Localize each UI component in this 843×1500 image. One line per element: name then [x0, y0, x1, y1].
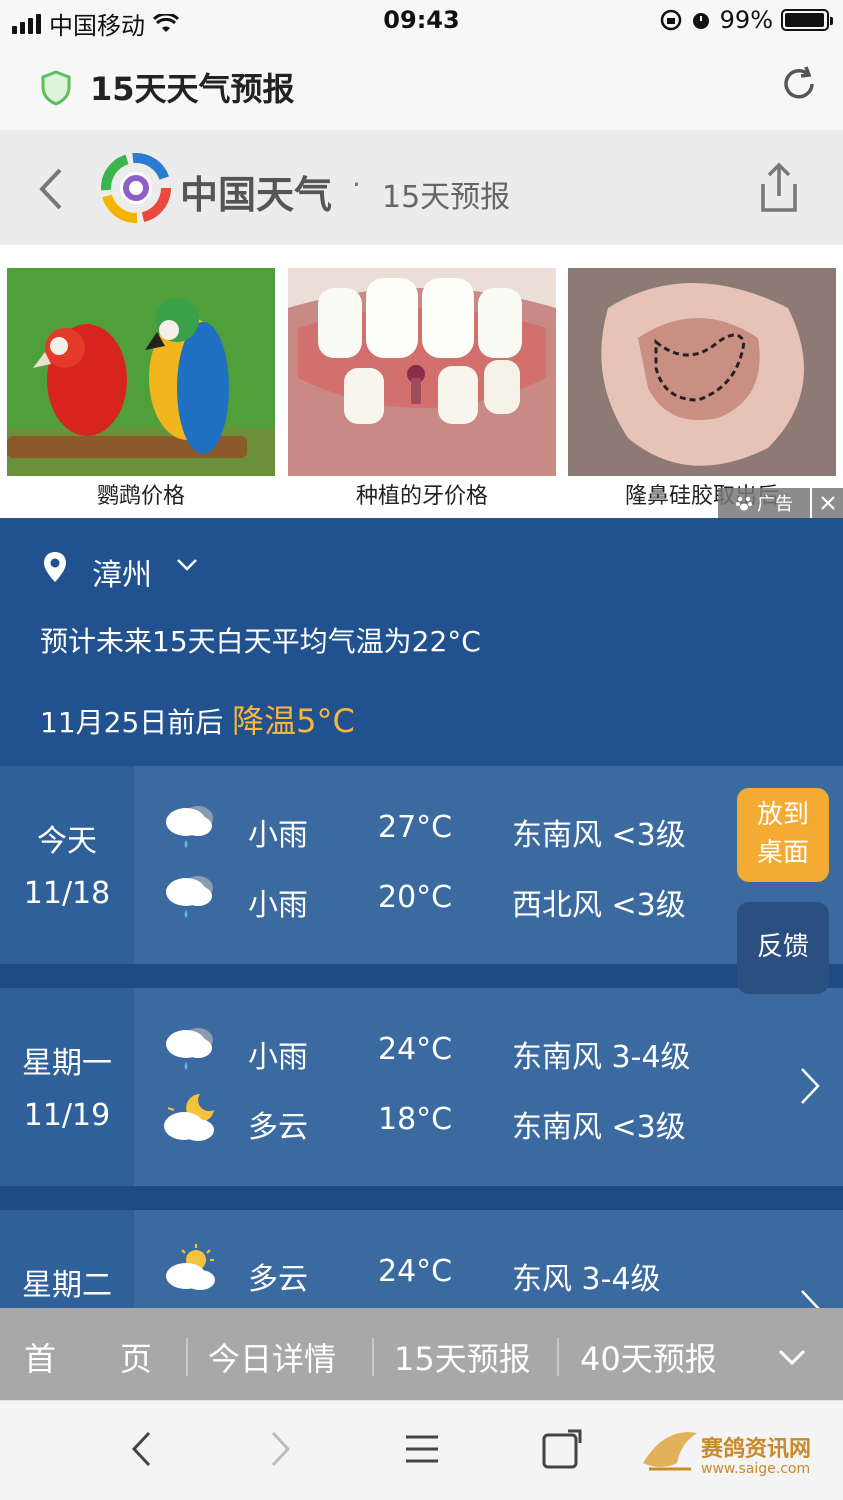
- status-bar: 中国移动 09:43 99%: [0, 0, 843, 42]
- ad-caption: 种植的牙价格: [355, 484, 488, 509]
- ad-banner: 鹦鹉价格 种植的牙价格 隆鼻硅胶取出后 广告: [0, 245, 843, 518]
- browser-toolbar: 赛鸽资讯网 www.saige.com: [0, 1400, 843, 1500]
- weather-condition: 小雨: [248, 818, 308, 853]
- nav-divider: [186, 1338, 188, 1376]
- city-selector[interactable]: 漳州: [92, 550, 152, 594]
- pigeon-logo-icon: [643, 1432, 697, 1471]
- ad-tag-text: 广告: [757, 494, 793, 515]
- day-name: 星期一: [22, 1046, 112, 1081]
- cooling-amount: 降温5°C: [232, 702, 355, 740]
- browser-forward-icon[interactable]: [268, 1429, 294, 1469]
- site-section: 15天预报: [382, 180, 511, 215]
- day-date-column: 今天 11/18: [0, 766, 134, 964]
- chevron-right-icon[interactable]: [799, 1288, 821, 1308]
- tabs-icon[interactable]: [540, 1429, 582, 1471]
- alarm-icon: [692, 13, 709, 29]
- day-date-column: 星期二: [0, 1210, 134, 1308]
- watermark-url: www.saige.com: [701, 1461, 811, 1477]
- cloudy-night-icon: [164, 1094, 214, 1141]
- reload-icon[interactable]: [779, 64, 819, 104]
- forecast-summary: 漳州 预计未来15天白天平均气温为22°C 11月25日前后 降温5°C: [0, 518, 843, 766]
- temperature: 27°C: [378, 810, 453, 845]
- temperature: 24°C: [378, 1254, 453, 1289]
- wind: 东风 3-4级: [512, 1262, 661, 1297]
- site-brand: 中国天气: [180, 173, 333, 217]
- light-rain-icon: [166, 806, 213, 848]
- forecast-day[interactable]: 今天 11/18 小雨 27°C 东南风 <3级 小雨 20°C 西北风 <3级: [0, 766, 843, 964]
- weather-condition: 小雨: [248, 888, 308, 923]
- forecast-list: 今天 11/18 小雨 27°C 东南风 <3级 小雨 20°C 西北风 <3级…: [0, 766, 843, 1308]
- weather-logo-icon: [101, 153, 171, 223]
- ear-image: [568, 268, 836, 476]
- share-icon[interactable]: [751, 160, 807, 216]
- close-icon: [820, 496, 835, 510]
- ad-label: 广告: [718, 488, 810, 518]
- cooling-date: 11月25日前后: [40, 706, 224, 739]
- day-name: 今天: [37, 824, 97, 859]
- chevron-down-icon[interactable]: [176, 558, 198, 572]
- wind: 东南风 3-4级: [512, 1040, 691, 1075]
- day-date: 11/19: [23, 1098, 111, 1133]
- forecast-day[interactable]: 星期一 11/19 小雨 24°C 东南风 3-4级 多云 18°C 东南风 <…: [0, 988, 843, 1186]
- wind: 西北风 <3级: [512, 888, 686, 923]
- day-name: 星期二: [22, 1268, 112, 1303]
- watermark-name: 赛鸽资讯网: [701, 1437, 812, 1462]
- light-rain-icon: [166, 876, 213, 918]
- ad-item-nose[interactable]: 隆鼻硅胶取出后: [568, 268, 836, 510]
- title-separator: ·: [352, 168, 361, 201]
- bottom-nav: 首 页 今日详情 15天预报 40天预报: [0, 1308, 843, 1400]
- paw-icon: [736, 496, 752, 511]
- temperature: 24°C: [378, 1032, 453, 1067]
- secure-shield-icon: [41, 70, 71, 106]
- temperature: 18°C: [378, 1102, 453, 1137]
- url-bar: 15天天气预报: [0, 42, 843, 130]
- browser-back-icon[interactable]: [128, 1429, 154, 1469]
- chevron-right-icon[interactable]: [799, 1066, 821, 1106]
- page-title[interactable]: 15天天气预报: [90, 64, 295, 110]
- battery-icon: [781, 9, 833, 31]
- teeth-image: [288, 268, 556, 476]
- add-to-desktop-button[interactable]: 放到 桌面: [737, 788, 829, 882]
- light-rain-icon: [166, 1028, 213, 1070]
- parrot-image: [7, 268, 275, 476]
- nav-40day[interactable]: 40天预报: [580, 1334, 717, 1380]
- day-date: 11/18: [23, 876, 111, 911]
- temperature: 20°C: [378, 880, 453, 915]
- weather-condition: 多云: [248, 1110, 308, 1145]
- night-row: 多云 18°C 东南风 <3级: [134, 1088, 734, 1158]
- nav-today-detail[interactable]: 今日详情: [208, 1334, 336, 1380]
- ad-item-dental[interactable]: 种植的牙价格: [288, 268, 556, 510]
- nav-15day[interactable]: 15天预报: [394, 1334, 531, 1380]
- wind: 东南风 <3级: [512, 1110, 686, 1145]
- forecast-day[interactable]: 星期二 多云 24°C 东风 3-4级: [0, 1210, 843, 1308]
- daytime-row: 小雨 24°C 东南风 3-4级: [134, 1018, 734, 1088]
- daytime-row: 小雨 27°C 东南风 <3级: [134, 796, 734, 866]
- cooling-alert: 11月25日前后 降温5°C: [40, 696, 355, 742]
- site-watermark: 赛鸽资讯网 www.saige.com: [637, 1419, 811, 1489]
- ad-item-parrot[interactable]: 鹦鹉价格: [7, 268, 275, 510]
- site-header: 中国天气 · 15天预报: [0, 130, 843, 245]
- day-date-column: 星期一 11/19: [0, 988, 134, 1186]
- nav-divider: [372, 1338, 374, 1376]
- location-pin-icon: [44, 552, 66, 582]
- weather-condition: 多云: [248, 1262, 308, 1297]
- feedback-button[interactable]: 反馈: [737, 902, 829, 994]
- partly-cloudy-icon: [166, 1244, 215, 1290]
- ad-caption: 鹦鹉价格: [96, 484, 185, 509]
- back-icon[interactable]: [36, 166, 66, 212]
- battery-percent: 99%: [719, 6, 773, 34]
- night-row: 小雨 20°C 西北风 <3级: [134, 866, 734, 936]
- ad-close-button[interactable]: [812, 488, 843, 518]
- rotation-lock-icon: [660, 9, 681, 31]
- menu-icon[interactable]: [402, 1429, 442, 1469]
- wind: 东南风 <3级: [512, 818, 686, 853]
- avg-temp-text: 预计未来15天白天平均气温为22°C: [40, 625, 481, 658]
- daytime-row: 多云 24°C 东风 3-4级: [134, 1240, 734, 1308]
- nav-divider: [557, 1338, 559, 1376]
- weather-condition: 小雨: [248, 1040, 308, 1075]
- chevron-down-icon[interactable]: [777, 1348, 807, 1366]
- nav-home[interactable]: 首 页: [24, 1334, 152, 1380]
